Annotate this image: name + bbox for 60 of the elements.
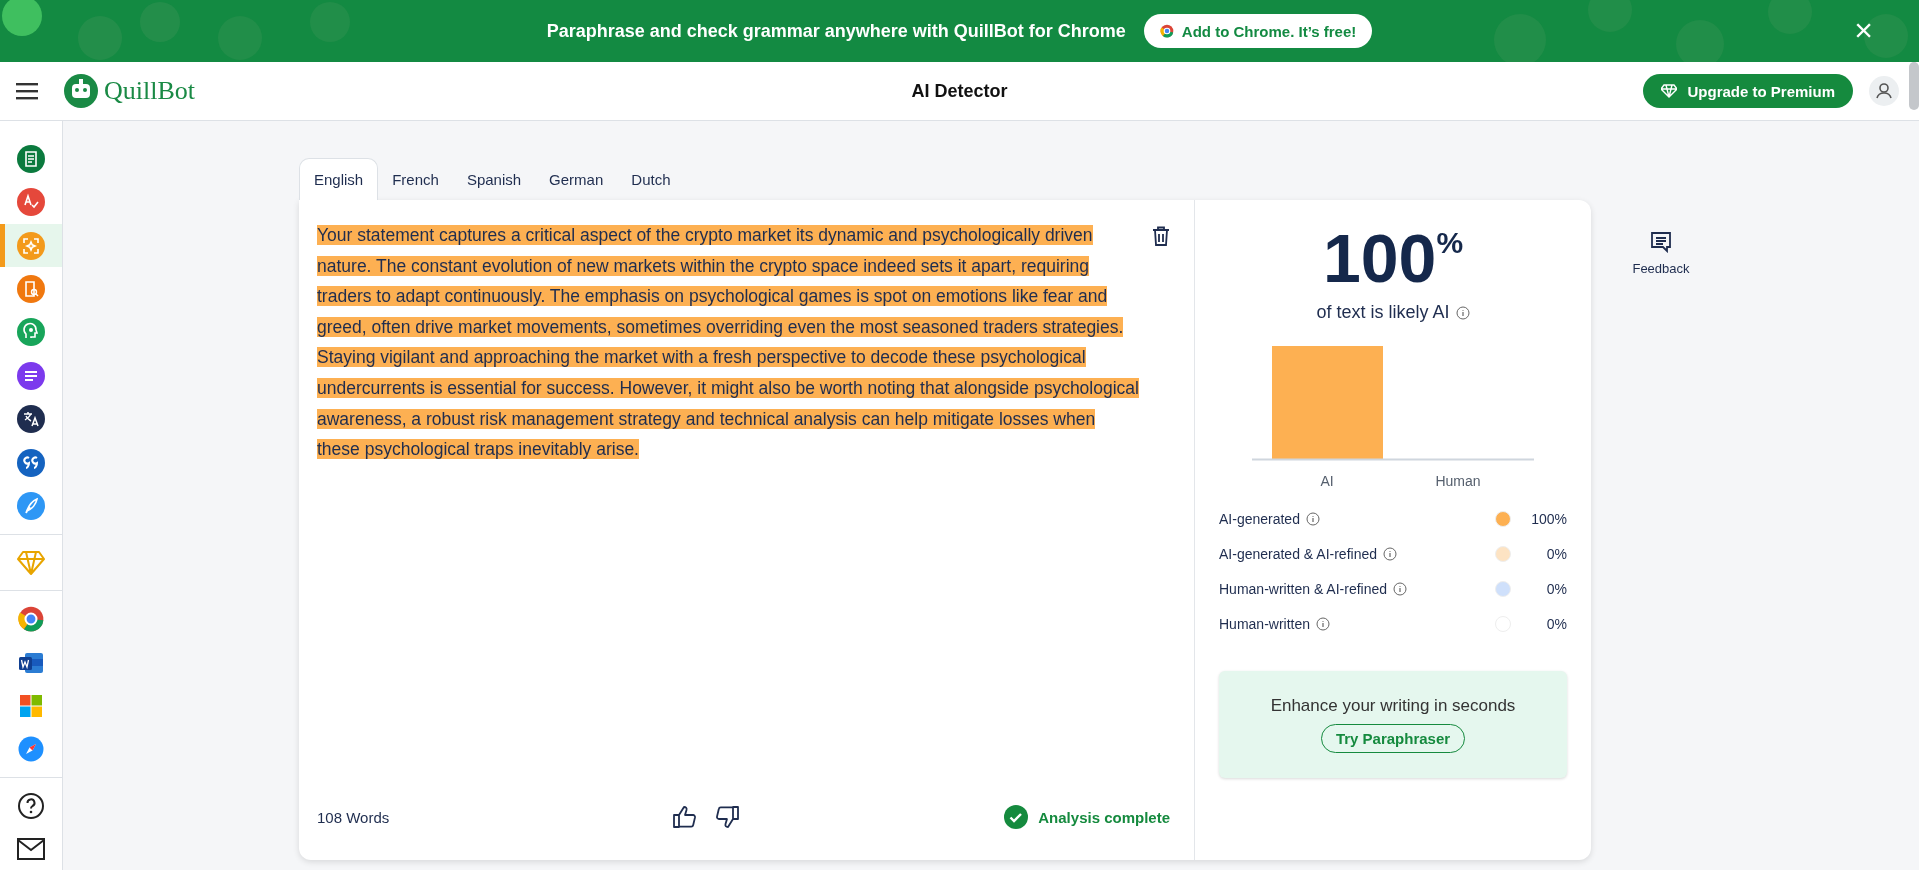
feather-icon xyxy=(17,492,45,521)
comment-icon[interactable] xyxy=(1650,231,1672,253)
upgrade-button[interactable]: Upgrade to Premium xyxy=(1643,74,1853,108)
breakdown-label: AI-generated xyxy=(1219,510,1300,527)
chrome-icon xyxy=(1159,24,1174,38)
brand-name[interactable]: QuillBot xyxy=(104,76,195,106)
lines-icon xyxy=(17,361,45,390)
language-tab[interactable]: Dutch xyxy=(617,158,685,200)
promo-text: Enhance your writing in seconds xyxy=(1270,696,1516,716)
document-search-icon xyxy=(17,275,45,304)
chart-category-label: AI xyxy=(1319,473,1335,489)
ai-score: 100 xyxy=(1322,222,1437,294)
chart-category-label: Human xyxy=(1434,473,1482,489)
breakdown-value: 100% xyxy=(1530,510,1567,527)
add-to-chrome-button[interactable]: Add to Chrome. It’s free! xyxy=(1143,14,1373,48)
check-circle-icon xyxy=(1004,805,1029,829)
spellcheck-icon xyxy=(17,188,45,217)
page-title: AI Detector xyxy=(911,80,1008,102)
word-icon[interactable] xyxy=(18,650,44,675)
breakdown-label: Human-written xyxy=(1219,615,1311,632)
info-icon[interactable] xyxy=(1393,581,1408,596)
breakdown-value: 0% xyxy=(1545,545,1567,562)
thumbs-up-icon[interactable] xyxy=(672,805,698,829)
close-button[interactable]: × xyxy=(1850,13,1877,47)
mail-icon[interactable] xyxy=(17,838,45,861)
language-tab[interactable]: Spanish xyxy=(452,158,536,200)
language-tab[interactable]: French xyxy=(378,158,453,200)
banner-message: Paraphrase and check grammar anywhere with QuillBot for Chrome xyxy=(546,20,1126,42)
compass-icon[interactable] xyxy=(18,736,44,763)
thumbs-down-icon[interactable] xyxy=(714,805,740,829)
breakdown-value: 0% xyxy=(1545,580,1567,597)
info-icon[interactable] xyxy=(1455,305,1470,320)
brain-icon xyxy=(17,318,45,347)
translate-icon xyxy=(17,405,45,434)
language-tab[interactable]: English xyxy=(299,158,379,200)
breakdown-label: Human-written & AI-refined xyxy=(1219,580,1388,597)
analyzed-text[interactable]: Your statement captures a critical aspect of the crypto market its dynamic and psychologically driven nature. The constant evolution of new markets within the crypto space indeed sets it apart, requiring traders to adapt continuously. The emphasis on psychological games is spot on emotions like fear and greed, often drive market movements, sometimes overriding even the most seasoned traders strategies. Staying vigilant and approaching the market with a fresh perspective to decode these psychological undercurrents is essential for success. However, it might also be worth noting that alongside psychological awareness, a robust risk management strategy and technical analysis can help mitigate losses when these psychological traps inevitably arise. xyxy=(317,220,1142,782)
info-icon[interactable] xyxy=(1305,511,1320,526)
scan-icon xyxy=(17,231,45,260)
windows-logo-icon[interactable] xyxy=(19,693,43,718)
percent-sign: % xyxy=(1436,226,1464,260)
user-avatar-icon[interactable] xyxy=(1869,76,1899,106)
info-icon[interactable] xyxy=(1383,546,1397,561)
word-count: 108 Words xyxy=(317,808,391,826)
info-icon[interactable] xyxy=(1316,616,1331,631)
document-icon xyxy=(17,144,45,173)
help-icon[interactable] xyxy=(17,791,45,820)
trash-icon[interactable] xyxy=(1152,226,1170,246)
feedback-label[interactable]: Feedback xyxy=(1632,261,1690,276)
score-caption: of text is likely AI xyxy=(1316,302,1450,323)
quote-icon xyxy=(17,448,45,477)
language-tab[interactable]: German xyxy=(535,158,618,200)
menu-icon[interactable] xyxy=(16,82,38,100)
analysis-status: Analysis complete xyxy=(1038,808,1170,826)
breakdown-value: 0% xyxy=(1545,615,1567,632)
robot-logo-icon xyxy=(64,74,98,108)
scrollbar[interactable] xyxy=(1909,62,1919,110)
diamond-icon xyxy=(1661,84,1678,98)
chrome-icon[interactable] xyxy=(18,606,44,633)
breakdown-label: AI-generated & AI-refined xyxy=(1219,545,1377,562)
